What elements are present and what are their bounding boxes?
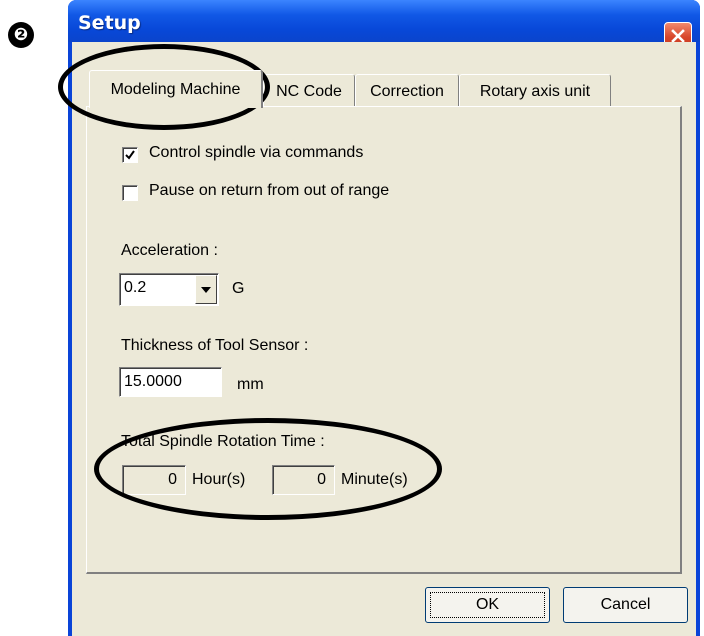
acceleration-value: 0.2 xyxy=(124,279,147,296)
acceleration-dropdown-button[interactable] xyxy=(195,275,217,304)
tab-rotary-axis-unit[interactable]: Rotary axis unit xyxy=(459,74,611,108)
pause-on-return-label: Pause on return from out of range xyxy=(149,182,390,199)
control-spindle-checkbox[interactable] xyxy=(122,147,138,163)
tab-label: NC Code xyxy=(276,82,342,100)
tool-sensor-input-field[interactable] xyxy=(120,368,221,396)
tab-label: Modeling Machine xyxy=(110,80,241,98)
focus-rectangle xyxy=(430,592,545,618)
tab-correction[interactable]: Correction xyxy=(355,74,459,108)
acceleration-select[interactable]: 0.2 xyxy=(119,273,219,306)
tab-panel-modeling-machine: Control spindle via commands Pause on re… xyxy=(86,106,682,574)
tab-modeling-machine[interactable]: Modeling Machine xyxy=(89,70,263,108)
step-number-badge: ❷ xyxy=(8,22,34,48)
pause-on-return-checkbox[interactable] xyxy=(122,185,138,201)
spindle-time-label: Total Spindle Rotation Time : xyxy=(121,433,325,450)
spindle-hours-value: 0 xyxy=(168,471,177,488)
checkmark-icon xyxy=(125,150,135,160)
ok-button[interactable]: OK xyxy=(425,587,550,623)
spindle-minutes-field: 0 xyxy=(272,465,335,495)
control-spindle-label: Control spindle via commands xyxy=(149,144,364,161)
chevron-down-icon xyxy=(201,286,211,293)
tab-label: Rotary axis unit xyxy=(479,82,591,100)
spindle-minutes-unit: Minute(s) xyxy=(341,471,408,488)
tool-sensor-input[interactable] xyxy=(119,367,222,397)
spindle-hours-field: 0 xyxy=(122,465,186,495)
tool-sensor-label: Thickness of Tool Sensor : xyxy=(121,337,309,354)
window-title: Setup xyxy=(78,12,141,34)
setup-dialog: Setup Modeling Machine NC Code Correctio… xyxy=(68,0,700,636)
spindle-hours-unit: Hour(s) xyxy=(192,471,246,488)
cancel-button-label: Cancel xyxy=(600,596,651,613)
title-bar[interactable]: Setup xyxy=(68,0,700,50)
tab-label: Correction xyxy=(370,82,444,100)
tool-sensor-unit: mm xyxy=(237,376,264,393)
spindle-minutes-value: 0 xyxy=(317,471,326,488)
cancel-button[interactable]: Cancel xyxy=(563,587,688,623)
dialog-client-area: Modeling Machine NC Code Correction Rota… xyxy=(72,42,696,636)
acceleration-unit: G xyxy=(232,280,245,297)
acceleration-label: Acceleration : xyxy=(121,242,218,259)
tab-nc-code[interactable]: NC Code xyxy=(263,74,355,108)
